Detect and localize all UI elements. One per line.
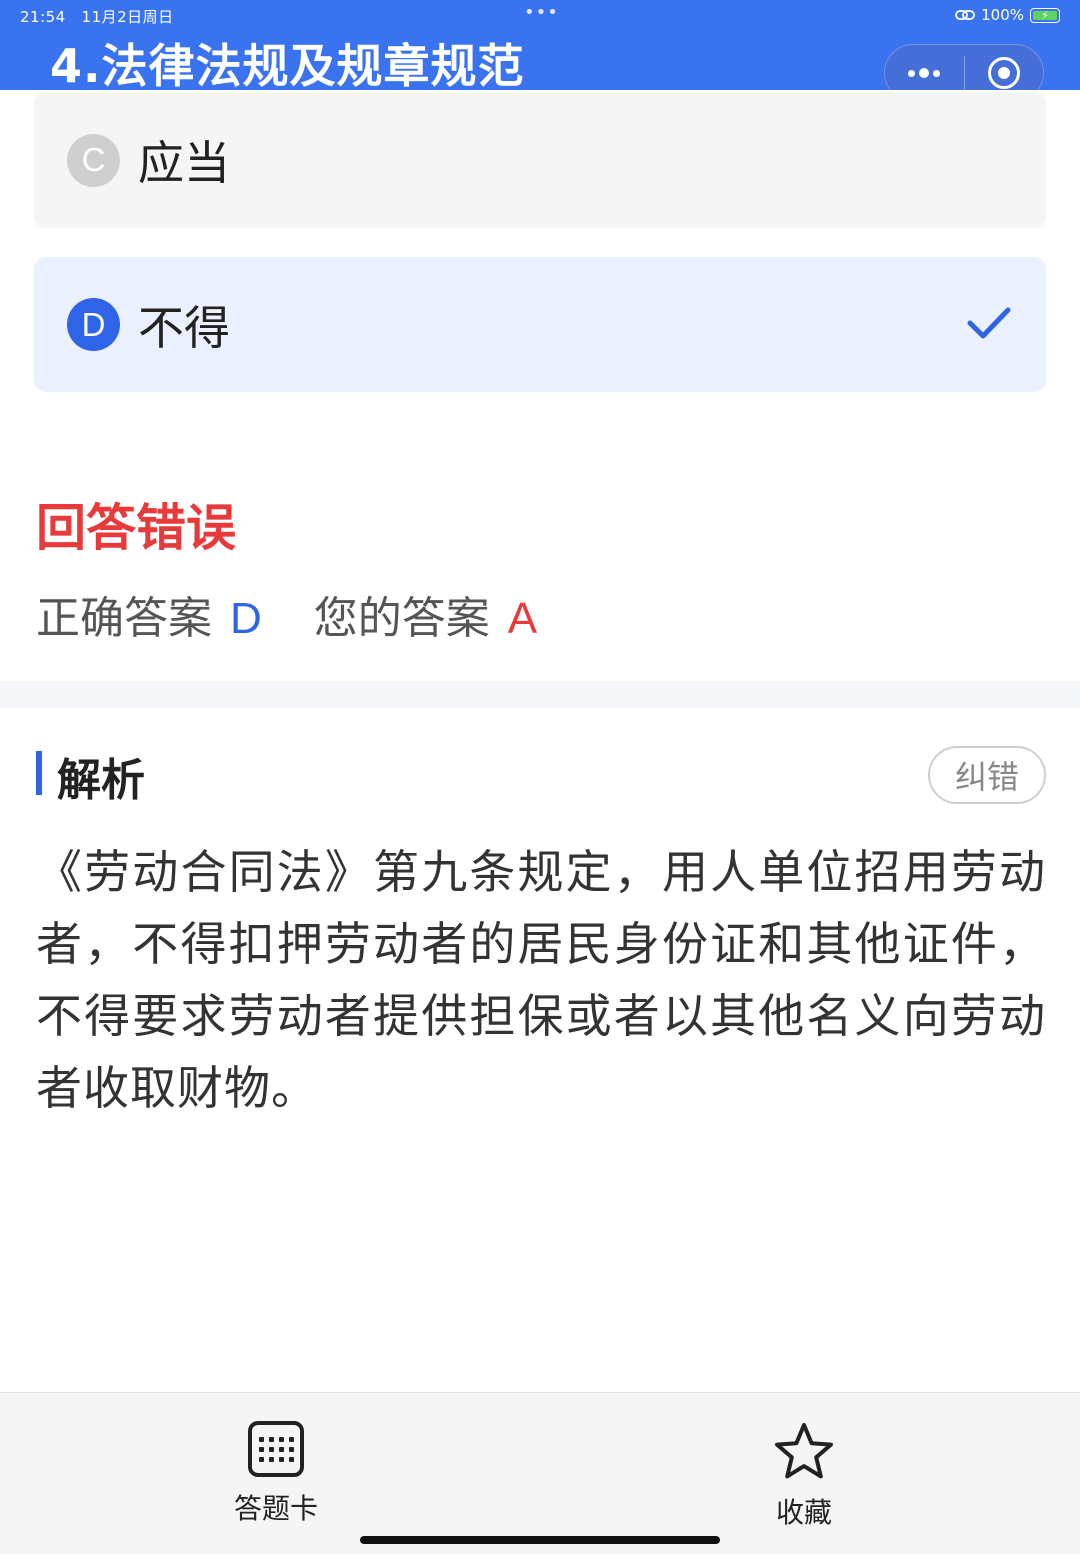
result-title: 回答错误	[36, 499, 236, 557]
section-divider	[0, 681, 1080, 708]
star-icon	[775, 1423, 833, 1479]
answer-card-button[interactable]: 答题卡	[206, 1421, 346, 1527]
user-answer-label: 您的答案	[313, 593, 490, 644]
analysis-text: 《劳动合同法》第九条规定，用人单位招用劳动者，不得扣押劳动者的居民身份证和其他证…	[36, 845, 1046, 1115]
correct-answer-value: D	[230, 594, 262, 643]
option-c[interactable]: C 应当	[34, 92, 1046, 228]
check-icon	[967, 307, 1011, 339]
link-icon	[955, 10, 976, 20]
report-error-button[interactable]: 纠错	[928, 746, 1046, 804]
battery-icon: ⚡	[1030, 7, 1060, 23]
status-date: 11月2日周日	[81, 8, 174, 26]
miniprogram-capsule	[884, 44, 1044, 90]
grid-icon	[248, 1421, 304, 1477]
option-c-badge: C	[67, 133, 120, 187]
bottom-bar: 答题卡 收藏	[0, 1392, 1080, 1554]
favorite-label: 收藏	[775, 1496, 832, 1529]
status-clock: 21:54	[20, 8, 66, 26]
home-indicator[interactable]	[360, 1536, 720, 1544]
page-title: 4.法律法规及规章规范	[50, 39, 525, 90]
status-indicators: 100% ⚡	[955, 6, 1060, 24]
analysis-title: 解析	[57, 755, 145, 806]
battery-percent: 100%	[981, 6, 1024, 24]
close-target-icon[interactable]	[965, 44, 1044, 90]
answer-summary: 正确答案 D 您的答案 A	[36, 582, 537, 646]
analysis-accent-bar	[36, 751, 42, 795]
user-answer-value: A	[507, 594, 538, 643]
multitask-dots[interactable]: •••	[524, 2, 559, 23]
option-d-badge: D	[67, 298, 120, 351]
more-icon[interactable]	[885, 44, 964, 90]
option-d[interactable]: D 不得	[34, 257, 1046, 392]
favorite-button[interactable]: 收藏	[734, 1421, 874, 1531]
correct-answer-label: 正确答案	[36, 593, 212, 644]
status-time: 21:54 11月2日周日	[20, 6, 174, 27]
option-c-text: 应当	[138, 136, 230, 190]
option-d-text: 不得	[138, 300, 230, 355]
top-header: 21:54 11月2日周日 ••• 100% ⚡ 4.法律法规及规章规范	[0, 0, 1080, 90]
answer-card-label: 答题卡	[233, 1492, 318, 1525]
